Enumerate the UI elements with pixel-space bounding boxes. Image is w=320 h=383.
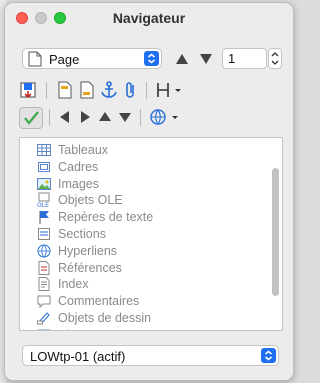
header-icon[interactable] <box>55 80 75 100</box>
move-up-icon[interactable] <box>95 107 115 127</box>
toggle-check-button[interactable] <box>19 107 43 129</box>
toolbar-separator <box>49 109 50 126</box>
list-item[interactable]: Ch... <box>20 327 260 330</box>
list-item[interactable]: Repères de texte <box>20 209 260 225</box>
drag-mode-globe-icon[interactable] <box>149 107 183 127</box>
field-icon <box>36 327 52 330</box>
comment-icon <box>36 293 52 309</box>
list-item[interactable]: Références <box>20 260 260 276</box>
navigation-row: Page 1 <box>22 48 282 70</box>
list-item-label: Images <box>58 176 99 191</box>
ole-icon: OLE <box>36 192 52 209</box>
document-select-value: LOWtp-01 (actif) <box>30 349 126 364</box>
move-down-icon[interactable] <box>115 107 135 127</box>
content-view-icon[interactable] <box>19 80 39 100</box>
page-icon <box>28 51 42 70</box>
navigator-window: Navigateur Page 1 Tableaux Cadres Images… <box>4 2 294 381</box>
anchor-icon[interactable] <box>99 80 119 100</box>
list-scrollbar[interactable] <box>272 168 279 296</box>
list-item[interactable]: Tableaux <box>20 142 260 158</box>
drawing-icon <box>36 310 52 326</box>
toolbar-separator <box>146 82 147 99</box>
list-item[interactable]: Sections <box>20 226 260 242</box>
list-item-label: Commentaires <box>58 294 140 309</box>
paperclip-icon[interactable] <box>121 80 141 100</box>
list-item-label: Repères de texte <box>58 210 154 225</box>
list-item[interactable]: Index <box>20 276 260 292</box>
list-item[interactable]: Hyperliens <box>20 243 260 259</box>
toolbar-row-1 <box>19 80 189 104</box>
list-item-label: Tableaux <box>58 143 109 157</box>
promote-left-icon[interactable] <box>55 107 75 127</box>
navigate-by-value: Page <box>49 52 80 67</box>
list-item-label: Sections <box>58 227 106 241</box>
bookmark-flag-icon <box>36 209 52 225</box>
list-item-label: Index <box>58 277 89 292</box>
next-page-button[interactable] <box>199 52 213 66</box>
reference-icon <box>36 260 52 276</box>
footer-icon[interactable] <box>77 80 97 100</box>
list-item[interactable]: Objets de dessin <box>20 310 260 326</box>
titlebar: Navigateur <box>5 3 293 33</box>
demote-right-icon[interactable] <box>75 107 95 127</box>
list-item-label: Cadres <box>58 159 99 174</box>
previous-page-button[interactable] <box>175 52 189 66</box>
chevron-updown-icon <box>261 348 276 363</box>
heading-levels-icon[interactable] <box>155 80 185 100</box>
list-item-label: Objets OLE <box>58 193 123 208</box>
list-item-label: Hyperliens <box>58 243 118 258</box>
table-icon <box>36 142 52 158</box>
page-number-input[interactable]: 1 <box>222 48 267 69</box>
frame-icon <box>36 159 52 175</box>
list-item[interactable]: Commentaires <box>20 293 260 309</box>
section-icon <box>36 226 52 242</box>
list-item-label: Ch... <box>58 328 84 330</box>
list-item-label: Objets de dessin <box>58 311 152 325</box>
toolbar-separator <box>46 82 47 99</box>
navigate-by-select[interactable]: Page <box>22 48 162 69</box>
list-item[interactable]: OLE Objets OLE <box>20 192 260 209</box>
svg-text:OLE: OLE <box>37 202 49 208</box>
page-number-stepper[interactable] <box>268 48 282 69</box>
chevron-updown-icon <box>144 51 159 66</box>
toolbar-row-2 <box>19 107 199 131</box>
globe-icon <box>36 243 52 259</box>
image-icon <box>36 176 52 192</box>
list-item[interactable]: Images <box>20 176 260 192</box>
index-icon <box>36 276 52 292</box>
document-select[interactable]: LOWtp-01 (actif) <box>22 345 279 366</box>
window-title: Navigateur <box>112 10 186 26</box>
list-item-label: Références <box>58 260 122 275</box>
list-item[interactable]: Cadres <box>20 159 260 175</box>
toolbar-separator <box>140 109 141 126</box>
content-tree-list[interactable]: Tableaux Cadres Images OLE Objets OLE Repères… <box>19 137 283 331</box>
